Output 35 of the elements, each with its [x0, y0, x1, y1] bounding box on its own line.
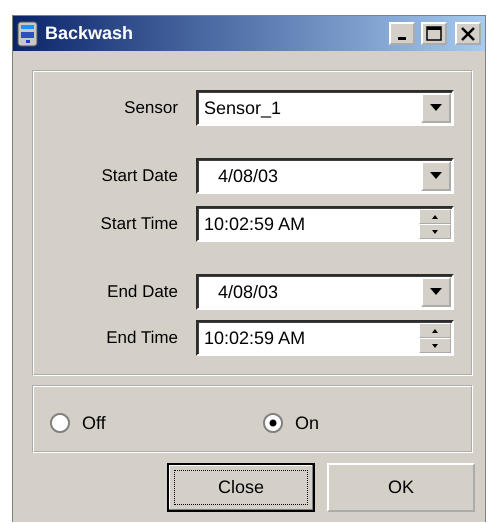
spin-down-button[interactable]: [419, 338, 451, 353]
window-title: Backwash: [45, 22, 134, 45]
spin-down-button[interactable]: [419, 224, 451, 239]
radio-circle-icon[interactable]: [50, 413, 70, 433]
field-label: Sensor: [123, 97, 178, 120]
app-icon: [17, 20, 39, 46]
up-arrow-icon: [432, 328, 438, 332]
spin-up-button[interactable]: [419, 209, 451, 224]
maximize-button[interactable]: [421, 22, 447, 45]
dropdown-field[interactable]: 4/08/03: [196, 274, 454, 310]
dropdown-field[interactable]: 4/08/03: [196, 158, 454, 194]
minimize-icon: [398, 37, 406, 40]
field-label: End Date: [106, 281, 178, 304]
field-label: End Time: [105, 327, 178, 350]
close-icon: [459, 26, 477, 42]
dialog-button[interactable]: Close: [167, 463, 315, 512]
field-label: Start Time: [100, 213, 178, 236]
minimize-button[interactable]: [389, 22, 415, 45]
radio-circle-icon[interactable]: [263, 413, 283, 433]
up-arrow-icon: [432, 214, 438, 218]
dropdown-field[interactable]: Sensor_1: [196, 90, 454, 126]
caret-icon: [430, 288, 442, 296]
radio-button[interactable]: Off: [50, 410, 110, 436]
down-arrow-icon: [432, 344, 438, 348]
maximize-icon: [425, 26, 443, 42]
dialog-button[interactable]: OK: [327, 463, 475, 512]
close-button[interactable]: [455, 22, 481, 45]
radio-button[interactable]: On: [263, 410, 320, 436]
time-field[interactable]: 10:02:59 AM: [196, 206, 454, 242]
field-label: Start Date: [100, 165, 178, 188]
caret-icon: [430, 172, 442, 180]
spin-up-button[interactable]: [419, 323, 451, 338]
down-arrow-icon: [432, 230, 438, 234]
caret-icon: [430, 104, 442, 112]
time-field[interactable]: 10:02:59 AM: [196, 320, 454, 356]
